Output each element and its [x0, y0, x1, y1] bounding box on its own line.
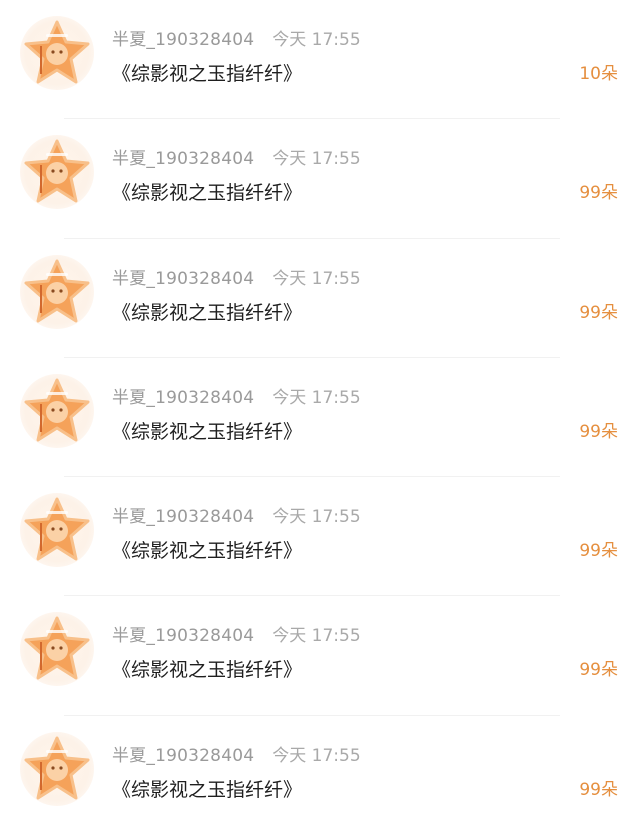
username[interactable]: 半夏_190328404	[112, 149, 254, 169]
avatar[interactable]	[20, 493, 94, 568]
username[interactable]: 半夏_190328404	[112, 30, 254, 50]
star-avatar-icon	[24, 736, 90, 800]
star-avatar-icon	[24, 378, 90, 442]
username[interactable]: 半夏_190328404	[112, 507, 254, 527]
book-title[interactable]: 《综影视之玉指纤纤》	[112, 537, 302, 565]
message-meta: 半夏_190328404 今天 17:55	[112, 386, 361, 410]
flower-count: 99朵	[579, 660, 618, 681]
flower-count: 99朵	[579, 302, 618, 323]
list-item[interactable]: 半夏_190328404 今天 17:55 《综影视之玉指纤纤》 99朵	[0, 239, 640, 358]
username[interactable]: 半夏_190328404	[112, 746, 254, 766]
avatar[interactable]	[20, 16, 94, 90]
star-avatar-icon	[24, 259, 90, 323]
star-avatar-icon	[24, 497, 90, 561]
star-avatar-icon	[24, 616, 90, 680]
book-title[interactable]: 《综影视之玉指纤纤》	[112, 656, 302, 684]
message-meta: 半夏_190328404 今天 17:55	[112, 147, 361, 171]
message-list: 半夏_190328404 今天 17:55 《综影视之玉指纤纤》 10朵 半夏_1…	[0, 0, 640, 835]
avatar[interactable]	[20, 135, 94, 210]
list-item[interactable]: 半夏_190328404 今天 17:55 《综影视之玉指纤纤》 99朵	[0, 119, 640, 239]
star-avatar-icon	[24, 139, 90, 203]
timestamp: 今天 17:55	[272, 507, 361, 528]
message-meta: 半夏_190328404 今天 17:55	[112, 505, 361, 529]
username[interactable]: 半夏_190328404	[112, 626, 254, 646]
list-item[interactable]: 半夏_190328404 今天 17:55 《综影视之玉指纤纤》 99朵	[0, 358, 640, 478]
timestamp: 今天 17:55	[272, 30, 361, 50]
timestamp: 今天 17:55	[272, 745, 361, 766]
timestamp: 今天 17:55	[272, 149, 361, 170]
timestamp: 今天 17:55	[272, 387, 361, 408]
flower-count: 99朵	[579, 421, 618, 442]
book-title[interactable]: 《综影视之玉指纤纤》	[112, 776, 302, 804]
book-title[interactable]: 《综影视之玉指纤纤》	[112, 179, 302, 207]
username[interactable]: 半夏_190328404	[112, 269, 254, 289]
list-item[interactable]: 半夏_190328404 今天 17:55 《综影视之玉指纤纤》 99朵	[0, 596, 640, 716]
avatar[interactable]	[20, 612, 94, 687]
avatar[interactable]	[20, 731, 94, 806]
book-title[interactable]: 《综影视之玉指纤纤》	[112, 299, 302, 327]
avatar[interactable]	[20, 373, 94, 448]
flower-count: 99朵	[579, 541, 618, 562]
avatar[interactable]	[20, 254, 94, 329]
message-meta: 半夏_190328404 今天 17:55	[112, 624, 361, 648]
book-title[interactable]: 《综影视之玉指纤纤》	[112, 60, 302, 88]
flower-count: 99朵	[579, 779, 618, 800]
flower-count: 10朵	[579, 64, 618, 84]
list-item[interactable]: 半夏_190328404 今天 17:55 《综影视之玉指纤纤》 99朵	[0, 477, 640, 597]
book-title[interactable]: 《综影视之玉指纤纤》	[112, 418, 302, 446]
username[interactable]: 半夏_190328404	[112, 388, 254, 408]
message-meta: 半夏_190328404 今天 17:55	[112, 28, 361, 52]
list-item[interactable]: 半夏_190328404 今天 17:55 《综影视之玉指纤纤》 10朵	[0, 0, 640, 120]
message-meta: 半夏_190328404 今天 17:55	[112, 744, 361, 768]
timestamp: 今天 17:55	[272, 268, 361, 289]
message-meta: 半夏_190328404 今天 17:55	[112, 267, 361, 291]
flower-count: 99朵	[579, 183, 618, 204]
timestamp: 今天 17:55	[272, 626, 361, 647]
star-avatar-icon	[24, 20, 90, 84]
list-item[interactable]: 半夏_190328404 今天 17:55 《综影视之玉指纤纤》 99朵	[0, 716, 640, 835]
